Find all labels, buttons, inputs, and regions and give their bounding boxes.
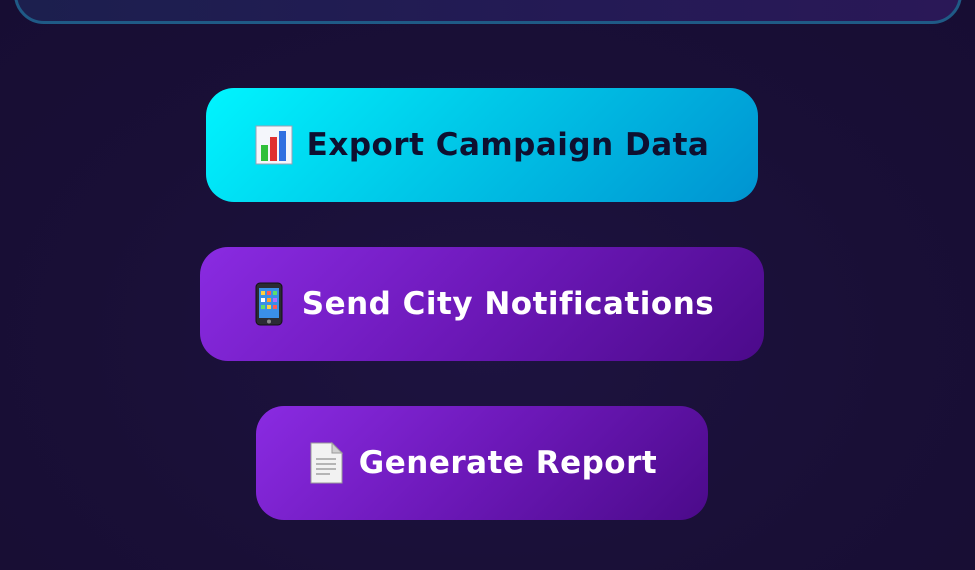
export-campaign-data-label: Export Campaign Data [306, 127, 710, 163]
export-campaign-data-button[interactable]: Export Campaign Data [206, 88, 758, 202]
document-icon [307, 441, 345, 485]
top-panel [14, 0, 962, 24]
generate-report-label: Generate Report [358, 445, 658, 481]
bar-chart-icon [255, 123, 293, 167]
page: Export Campaign Data Send City Notificat… [0, 0, 975, 570]
generate-report-button[interactable]: Generate Report [256, 406, 708, 520]
send-city-notifications-button[interactable]: Send City Notifications [200, 247, 764, 361]
send-city-notifications-label: Send City Notifications [301, 286, 715, 322]
mobile-phone-icon [250, 282, 288, 326]
